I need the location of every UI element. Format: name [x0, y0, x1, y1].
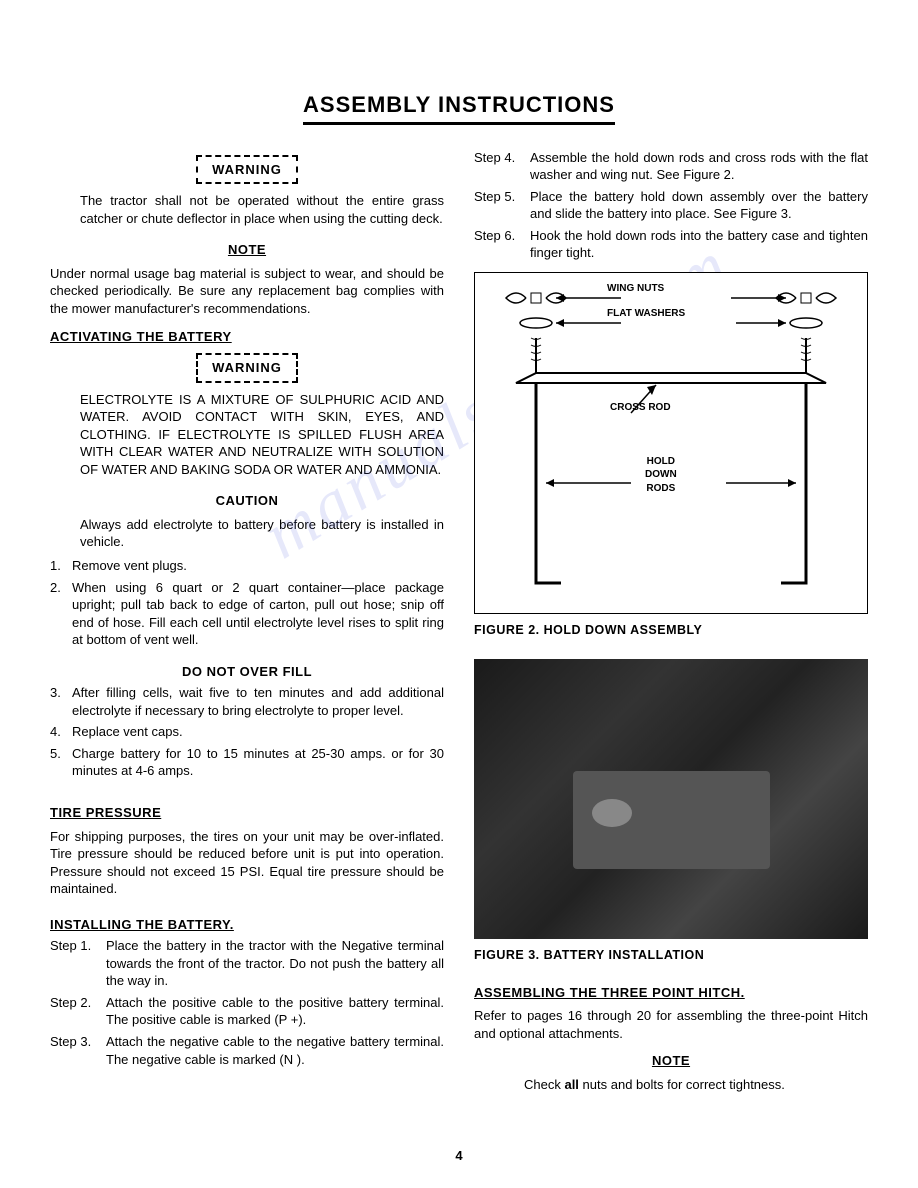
step-number: 5.	[50, 745, 64, 780]
step-label: Step 3.	[50, 1033, 100, 1068]
caution-text: Always add electrolyte to battery before…	[80, 516, 444, 551]
step-label: Step 1.	[50, 937, 100, 990]
install-step: Step 6. Hook the hold down rods into the…	[474, 227, 868, 262]
battery-step: 4. Replace vent caps.	[50, 723, 444, 741]
figure-2-caption: FIGURE 2. HOLD DOWN ASSEMBLY	[474, 622, 868, 639]
step-label: Step 5.	[474, 188, 524, 223]
step-text: Place the battery in the tractor with th…	[106, 937, 444, 990]
right-column: Step 4. Assemble the hold down rods and …	[474, 145, 868, 1100]
figure-3-photo	[474, 659, 868, 939]
step-label: Step 2.	[50, 994, 100, 1029]
activating-heading: ACTIVATING THE BATTERY	[50, 329, 232, 344]
no-overfill-heading: DO NOT OVER FILL	[182, 664, 312, 679]
install-step: Step 3. Attach the negative cable to the…	[50, 1033, 444, 1068]
step-text: After filling cells, wait five to ten mi…	[72, 684, 444, 719]
assembling-text: Refer to pages 16 through 20 for assembl…	[474, 1007, 868, 1042]
step-text: Charge battery for 10 to 15 minutes at 2…	[72, 745, 444, 780]
battery-step: 3. After filling cells, wait five to ten…	[50, 684, 444, 719]
note-text: Under normal usage bag material is subje…	[50, 265, 444, 318]
step-text: Attach the positive cable to the positiv…	[106, 994, 444, 1029]
step-text: Place the battery hold down assembly ove…	[530, 188, 868, 223]
page-title: ASSEMBLY INSTRUCTIONS	[303, 90, 615, 125]
tire-heading: TIRE PRESSURE	[50, 805, 161, 820]
step-number: 1.	[50, 557, 64, 575]
install-step: Step 4. Assemble the hold down rods and …	[474, 149, 868, 184]
left-column: WARNING The tractor shall not be operate…	[50, 145, 444, 1100]
battery-step: 5. Charge battery for 10 to 15 minutes a…	[50, 745, 444, 780]
page-content: ASSEMBLY INSTRUCTIONS WARNING The tracto…	[0, 0, 918, 1129]
caution-heading: CAUTION	[216, 493, 279, 508]
step-number: 2.	[50, 579, 64, 649]
page-number: 4	[455, 1148, 462, 1163]
note-heading-2: NOTE	[652, 1053, 690, 1068]
step-label: Step 6.	[474, 227, 524, 262]
warning-box-2: WARNING	[196, 353, 298, 383]
fig-label-cross: CROSS ROD	[610, 401, 671, 415]
battery-step: 1. Remove vent plugs.	[50, 557, 444, 575]
figure-3-caption: FIGURE 3. BATTERY INSTALLATION	[474, 947, 868, 964]
step-text: Replace vent caps.	[72, 723, 183, 741]
note-heading: NOTE	[228, 242, 266, 257]
fig-label-hold: HOLD DOWN RODS	[645, 455, 677, 496]
battery-step: 2. When using 6 quart or 2 quart contain…	[50, 579, 444, 649]
install-step: Step 1. Place the battery in the tractor…	[50, 937, 444, 990]
step-number: 3.	[50, 684, 64, 719]
step-text: Assemble the hold down rods and cross ro…	[530, 149, 868, 184]
step-text: Remove vent plugs.	[72, 557, 187, 575]
install-heading: INSTALLING THE BATTERY.	[50, 917, 234, 932]
figure-2-diagram: WING NUTS FLAT WASHERS CROSS ROD HOLD DO…	[474, 272, 868, 614]
tire-text: For shipping purposes, the tires on your…	[50, 828, 444, 898]
step-text: Attach the negative cable to the negativ…	[106, 1033, 444, 1068]
note-check-text: Check all nuts and bolts for correct tig…	[524, 1076, 868, 1094]
hold-down-assembly-svg	[485, 283, 857, 603]
install-step: Step 5. Place the battery hold down asse…	[474, 188, 868, 223]
warning-box: WARNING	[196, 155, 298, 185]
electrolyte-warning: ELECTROLYTE IS A MIXTURE OF SULPHURIC AC…	[80, 391, 444, 479]
step-text: Hook the hold down rods into the battery…	[530, 227, 868, 262]
step-number: 4.	[50, 723, 64, 741]
assembling-heading: ASSEMBLING THE THREE POINT HITCH.	[474, 985, 745, 1000]
warning-text: The tractor shall not be operated withou…	[80, 192, 444, 227]
step-text: When using 6 quart or 2 quart container—…	[72, 579, 444, 649]
step-label: Step 4.	[474, 149, 524, 184]
install-step: Step 2. Attach the positive cable to the…	[50, 994, 444, 1029]
fig-label-wing: WING NUTS	[607, 282, 664, 296]
fig-label-washers: FLAT WASHERS	[607, 307, 685, 321]
